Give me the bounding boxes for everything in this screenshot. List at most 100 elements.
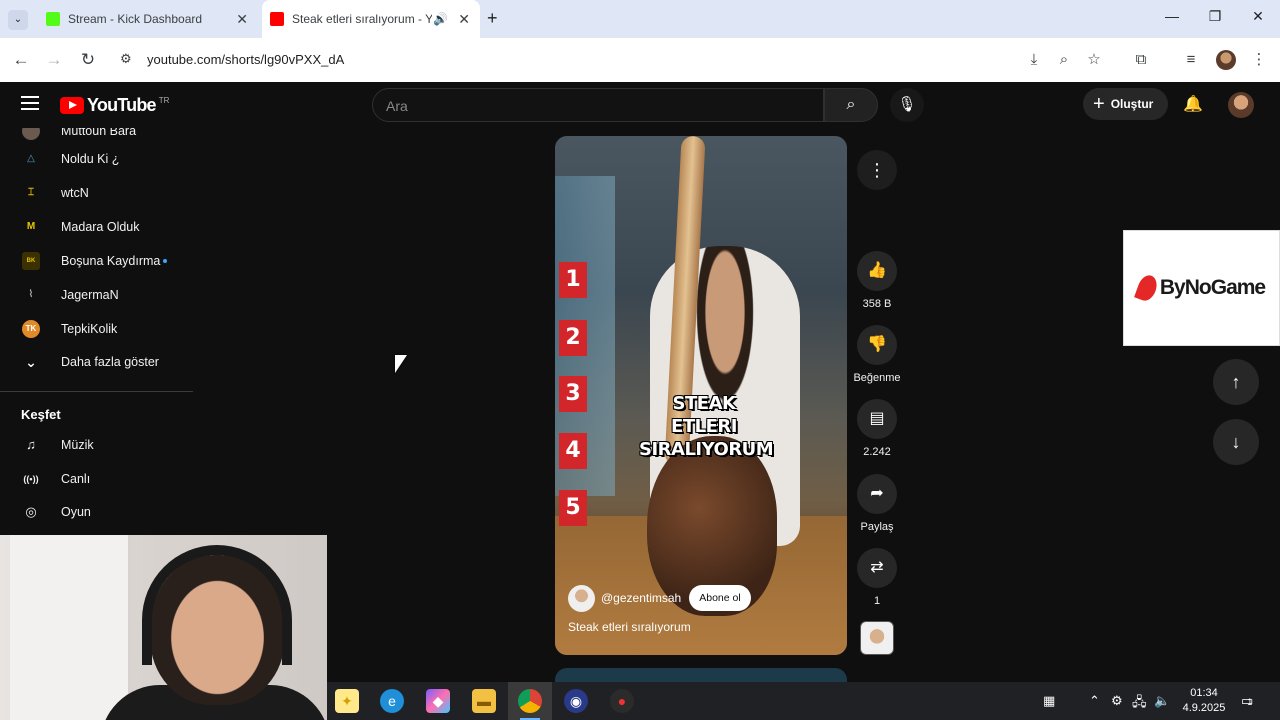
kick-favicon-icon — [46, 12, 60, 26]
extensions-icon[interactable]: ⧉ — [1131, 50, 1151, 70]
forward-icon[interactable]: → — [42, 48, 66, 72]
tab-youtube-short[interactable]: Steak etleri sıralıyorum - Yo 🔊 ✕ — [262, 0, 480, 38]
address-bar[interactable]: ⚙ youtube.com/shorts/lg90vPXX_dA — [110, 43, 1060, 77]
next-short-button[interactable]: ↓ — [1213, 419, 1259, 465]
notification-center-icon[interactable]: ▭1 — [1241, 693, 1253, 709]
tray-app-icon[interactable]: ⚙ — [1111, 693, 1123, 709]
tray-chevron-up-icon[interactable]: ⌃ — [1089, 693, 1100, 709]
close-window-icon[interactable]: ✕ — [1243, 8, 1273, 25]
sidebar-item-jagerman[interactable]: ⌇ JagermaN — [0, 278, 193, 312]
wtcn-icon: ⌶ — [28, 187, 34, 198]
sidebar-item-madara-olduk[interactable]: M Madara Olduk — [0, 210, 193, 244]
file-explorer-icon[interactable]: ▬ — [472, 689, 496, 713]
shorts-video-player[interactable]: 1 2 3 4 5 STEAK ETLERI SIRALIYORUM @geze… — [555, 136, 847, 655]
reload-icon[interactable]: ↻ — [76, 48, 100, 72]
create-label: Oluştur — [1110, 97, 1154, 111]
rank-badge: 1 — [559, 262, 587, 298]
copilot-icon[interactable]: ◆ — [426, 689, 450, 713]
new-tab-button[interactable]: + — [487, 8, 498, 29]
news-widget-icon[interactable]: ▦ — [1043, 693, 1055, 709]
share-button[interactable]: ➦ — [857, 474, 897, 514]
sidebar-item-label: Müzik — [61, 438, 94, 452]
profile-avatar[interactable] — [1216, 50, 1236, 70]
minimize-icon[interactable]: — — [1157, 8, 1187, 24]
sidebar-item-noldu-ki[interactable]: △ Noldu Ki ¿ — [0, 142, 193, 176]
sidebar-item-gaming[interactable]: ◎ Oyun — [0, 495, 193, 529]
like-action: 👍 358 B — [856, 251, 898, 310]
create-button[interactable]: + Oluştur — [1083, 88, 1168, 120]
volume-icon[interactable]: 🔈 — [1154, 693, 1170, 709]
more-options-icon[interactable]: ⋮ — [857, 150, 897, 190]
network-icon[interactable]: 🖧 — [1132, 693, 1147, 715]
plus-icon: + — [1093, 92, 1105, 115]
tab-kick-dashboard[interactable]: Stream - Kick Dashboard ✕ — [36, 4, 258, 34]
subscribe-button[interactable]: Abone ol — [689, 585, 751, 611]
sound-thumbnail[interactable] — [860, 621, 894, 655]
install-app-icon[interactable]: ⤓ — [1024, 50, 1044, 70]
notifications-bell-icon[interactable]: 🔔 — [1183, 94, 1203, 114]
restore-icon[interactable]: ❐ — [1200, 8, 1230, 25]
sidebar-item-wtcn[interactable]: ⌶ wtcN — [0, 176, 193, 210]
media-controls-icon[interactable]: ≡ — [1181, 50, 1201, 70]
like-button[interactable]: 👍 — [857, 251, 897, 291]
search-placeholder: Ara — [386, 98, 408, 114]
share-arrow-icon: ➦ — [870, 485, 884, 502]
site-info-icon[interactable]: ⚙ — [120, 51, 132, 67]
menu-kebab-icon[interactable]: ⋮ — [1249, 50, 1269, 70]
short-title[interactable]: Steak etleri sıralıyorum — [568, 620, 691, 634]
search-icon: ⌕ — [846, 96, 856, 113]
channel-name[interactable]: @gezentimsah — [601, 591, 681, 605]
rank-badge: 3 — [559, 376, 587, 412]
channel-avatar[interactable] — [568, 584, 595, 612]
taskbar-clock[interactable]: 01:34 4.9.2025 — [1179, 686, 1229, 716]
bynogame-logo-icon — [1133, 272, 1160, 304]
close-tab-icon[interactable]: ✕ — [236, 11, 248, 28]
tab-search-dropdown[interactable]: ⌄ — [8, 10, 28, 30]
sidebar-item-label: Noldu Ki ¿ — [61, 152, 120, 166]
remix-icon: ⇄ — [870, 559, 884, 576]
speaker-icon[interactable]: 🔊 — [433, 12, 448, 26]
obs-icon[interactable]: ◉ — [564, 689, 588, 713]
sidebar-item-label: Madara Olduk — [61, 220, 140, 234]
comments-button[interactable]: ▤ — [857, 399, 897, 439]
jagerman-icon: ⌇ — [28, 289, 34, 300]
sponsor-name: ByNoGame — [1159, 276, 1266, 299]
music-icon: ♫ — [26, 437, 36, 452]
sidebar-item-live[interactable]: ((•)) Canlı — [0, 462, 193, 496]
chevron-down-icon: ⌄ — [25, 354, 37, 370]
recording-app-icon[interactable]: ● — [610, 689, 634, 713]
video-caption: STEAK ETLERI SIRALIYORUM — [639, 392, 774, 461]
sidebar-item-label: TepkiKolik — [61, 322, 118, 336]
previous-short-button[interactable]: ↑ — [1213, 359, 1259, 405]
sidebar-item-label: Canlı — [61, 472, 91, 486]
back-icon[interactable]: ← — [9, 48, 33, 72]
zoom-icon[interactable]: ⌕ — [1054, 50, 1074, 70]
channel-avatar-icon — [22, 128, 40, 140]
remix-action: ⇄ 1 — [856, 548, 898, 607]
copilot-sparkle-icon[interactable]: ✦ — [335, 689, 359, 713]
gaming-icon: ◎ — [25, 504, 37, 519]
mouse-cursor-icon — [395, 355, 407, 373]
search-input[interactable]: Ara — [372, 88, 824, 122]
live-icon: ((•)) — [23, 474, 39, 484]
edge-icon[interactable]: e — [380, 689, 404, 713]
microphone-icon: 🎙 — [897, 96, 917, 113]
remix-button[interactable]: ⇄ — [857, 548, 897, 588]
show-more-button[interactable]: ⌄ Daha fazla göster — [0, 345, 193, 379]
tab-title: Steak etleri sıralıyorum - Yo — [292, 12, 432, 26]
bookmark-star-icon[interactable]: ☆ — [1084, 50, 1104, 70]
sidebar-item-bosuna-kaydirma[interactable]: BK Boşuna Kaydırma — [0, 244, 193, 278]
close-tab-icon[interactable]: ✕ — [458, 11, 470, 28]
url-text: youtube.com/shorts/lg90vPXX_dA — [147, 52, 345, 67]
chrome-icon[interactable] — [518, 689, 542, 713]
hamburger-menu-icon[interactable] — [21, 96, 39, 110]
windows-taskbar: ✦ e ◆ ▬ ◉ ● ▦ ⌃ ⚙ 🖧 🔈 01:34 4.9.2025 ▭1 — [327, 682, 1280, 720]
account-avatar[interactable] — [1228, 92, 1254, 118]
voice-search-button[interactable]: 🎙 — [890, 88, 924, 122]
search-button[interactable]: ⌕ — [824, 88, 878, 122]
youtube-logo[interactable]: YouTube TR — [60, 95, 169, 116]
new-content-dot — [163, 259, 167, 263]
sidebar-item-music[interactable]: ♫ Müzik — [0, 428, 193, 462]
dislike-button[interactable]: 👎 — [857, 325, 897, 365]
sidebar-item-tepkikolik[interactable]: TK TepkiKolik — [0, 312, 193, 346]
